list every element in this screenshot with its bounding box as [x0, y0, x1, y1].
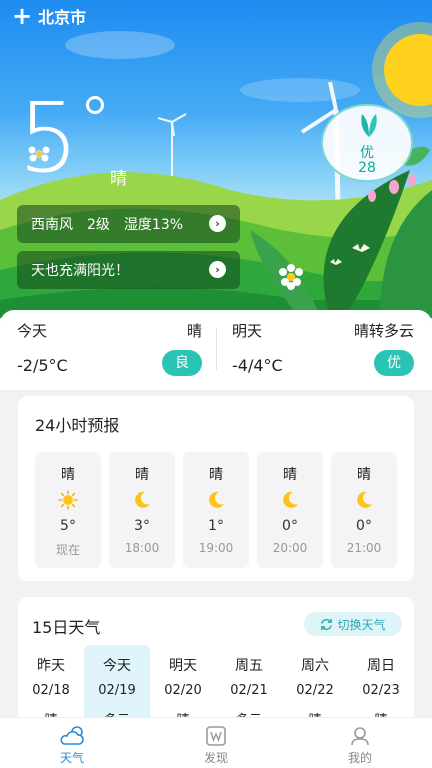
hourly-time: 18:00	[124, 541, 160, 555]
today-condition: 晴	[186, 322, 202, 340]
degree-symbol	[86, 96, 104, 114]
hourly-item[interactable]: 晴 0° 20:00	[257, 452, 323, 568]
today-tomorrow-summary: 今天 晴 -2/5°C 良 明天 晴转多云 -4/4°C 优	[0, 310, 432, 390]
day-name: 周五	[235, 658, 263, 674]
moon-icon	[209, 491, 224, 508]
weather-tip-pill[interactable]: 天也充满阳光！ ›	[17, 251, 240, 289]
hourly-time: 19:00	[198, 541, 234, 555]
refresh-icon	[321, 618, 333, 630]
wind-humidity-pill[interactable]: 西南风 2级 湿度13% ›	[17, 205, 240, 243]
today-aqi-badge: 良	[162, 350, 202, 376]
hourly-temp: 1°	[208, 518, 224, 534]
hourly-condition: 晴	[283, 467, 297, 483]
day-date: 02/20	[164, 683, 202, 698]
tab-discover-label: 发现	[203, 751, 228, 765]
moon-icon	[135, 491, 150, 508]
hourly-time: 21:00	[346, 541, 382, 555]
chevron-right-icon: ›	[209, 261, 226, 278]
day-date: 02/23	[362, 683, 400, 698]
tomorrow-summary[interactable]: 明天 晴转多云 -4/4°C 优	[232, 310, 414, 390]
bottom-navigation: 天气 发现 我的	[0, 717, 432, 768]
aqi-value: 28	[358, 160, 376, 176]
weather-cloud-icon	[60, 726, 84, 745]
tab-discover[interactable]: 发现	[144, 718, 288, 768]
divider	[216, 328, 217, 370]
hourly-temp: 3°	[134, 518, 150, 534]
wind-level: 2级	[87, 217, 110, 233]
hourly-time: 现在	[55, 543, 80, 557]
chevron-right-icon: ›	[209, 215, 226, 232]
current-temperature: 5	[18, 82, 80, 194]
tomorrow-condition: 晴转多云	[353, 322, 414, 340]
switch-weather-button[interactable]: 切换天气	[304, 612, 402, 636]
current-condition: 晴	[110, 169, 127, 189]
day-name: 昨天	[37, 658, 65, 674]
switch-weather-label: 切换天气	[337, 617, 386, 632]
day-name: 周六	[301, 658, 329, 674]
daily-title: 15日天气	[32, 618, 101, 637]
tomorrow-range: -4/4°C	[232, 356, 283, 375]
city-name: 北京市	[38, 8, 87, 27]
aqi-badge[interactable]: 优 28	[321, 104, 413, 182]
hourly-condition: 晴	[357, 467, 371, 483]
hourly-list[interactable]: 晴 5° 现在 晴 3° 18:00 晴 1° 19:00 晴 0° 20:00…	[35, 452, 397, 568]
city-selector[interactable]: + 北京市	[12, 4, 86, 28]
weather-tip: 天也充满阳光！	[31, 263, 129, 279]
day-name: 明天	[169, 658, 197, 674]
weather-hero: + 北京市 5 晴 优 28 西南风 2级 湿度13% › 天也充满阳光！ ›	[0, 0, 432, 318]
tab-profile[interactable]: 我的	[288, 718, 432, 768]
hourly-item[interactable]: 晴 3° 18:00	[109, 452, 175, 568]
tab-weather-label: 天气	[59, 751, 84, 765]
hourly-temp: 5°	[60, 518, 76, 534]
plus-icon[interactable]: +	[12, 4, 32, 28]
day-date: 02/19	[98, 683, 136, 698]
hourly-item[interactable]: 晴 0° 21:00	[331, 452, 397, 568]
today-range: -2/5°C	[17, 356, 68, 375]
moon-icon	[283, 491, 298, 508]
tomorrow-label: 明天	[232, 322, 263, 340]
today-summary[interactable]: 今天 晴 -2/5°C 良	[17, 310, 202, 390]
moon-icon	[357, 491, 372, 508]
wind-direction: 西南风	[31, 217, 73, 233]
hourly-item[interactable]: 晴 5° 现在	[35, 452, 101, 568]
hourly-temp: 0°	[282, 518, 298, 534]
daily-forecast-card: 15日天气 切换天气 昨天 02/18 晴 今天 02/19 多云 明天 02/…	[18, 597, 414, 737]
sun-icon	[58, 490, 78, 510]
humidity: 湿度13%	[123, 217, 184, 233]
hourly-condition: 晴	[209, 467, 223, 483]
discover-icon	[206, 726, 226, 746]
day-date: 02/18	[32, 683, 70, 698]
tomorrow-aqi-badge: 优	[374, 350, 414, 376]
day-date: 02/22	[296, 683, 334, 698]
day-name: 周日	[367, 658, 395, 674]
profile-icon	[351, 727, 369, 746]
tab-weather[interactable]: 天气	[0, 718, 144, 768]
hourly-temp: 0°	[356, 518, 372, 534]
today-label: 今天	[17, 322, 48, 340]
hourly-condition: 晴	[61, 467, 75, 483]
aqi-level: 优	[360, 145, 374, 161]
hourly-title: 24小时预报	[35, 416, 120, 435]
hourly-forecast-card: 24小时预报 晴 5° 现在 晴 3° 18:00 晴 1° 19:00 晴 0…	[18, 396, 414, 581]
hourly-time: 20:00	[272, 541, 308, 555]
tab-profile-label: 我的	[347, 751, 372, 765]
day-name: 今天	[103, 658, 131, 674]
hourly-condition: 晴	[135, 467, 149, 483]
hourly-item[interactable]: 晴 1° 19:00	[183, 452, 249, 568]
day-date: 02/21	[230, 683, 268, 698]
leaf-icon	[361, 114, 377, 137]
